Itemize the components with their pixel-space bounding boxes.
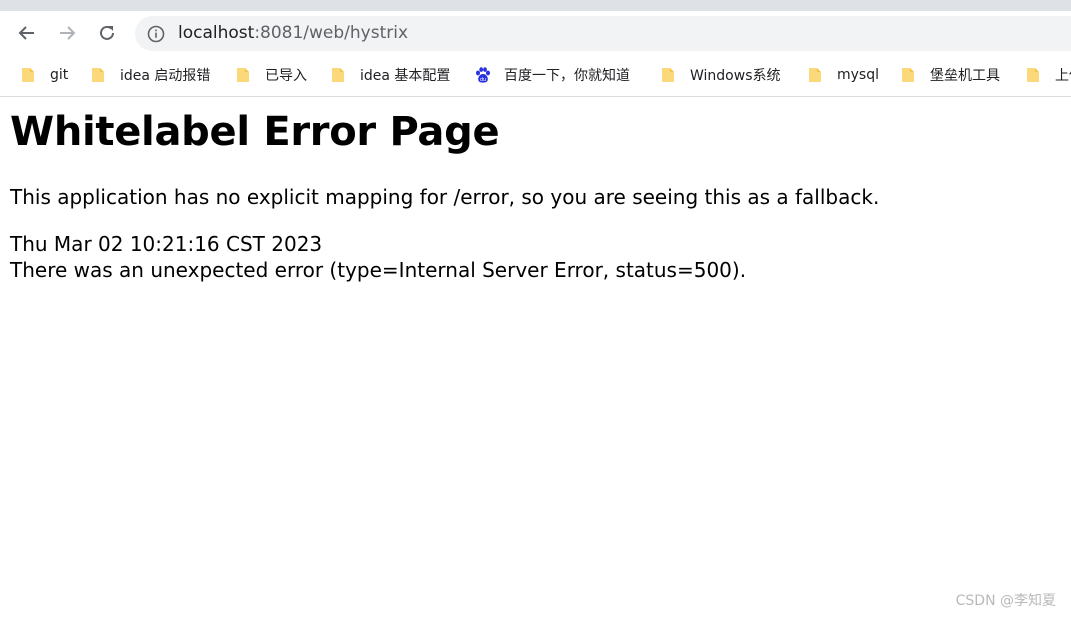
bookmark-label: 上传 (1055, 68, 1071, 84)
bookmark-label: mysql (837, 67, 879, 83)
back-button[interactable] (15, 21, 39, 45)
arrow-right-icon (60, 26, 76, 40)
bookmark-label: 百度一下，你就知道 (504, 68, 630, 84)
arrow-left-icon (18, 26, 34, 40)
folder-icon (332, 68, 344, 82)
bookmark-upload[interactable]: 上传 (1025, 56, 1071, 94)
url-text[interactable]: localhost:8081/web/hystrix (178, 16, 408, 51)
bookmark-label: 堡垒机工具 (930, 68, 1000, 84)
folder-icon (22, 68, 34, 82)
folder-icon (809, 68, 821, 82)
url-host: localhost (178, 23, 255, 43)
error-timestamp: Thu Mar 02 10:21:16 CST 2023 (10, 232, 323, 256)
bookmark-mysql[interactable]: mysql (807, 56, 879, 94)
info-circle-icon[interactable] (147, 25, 165, 43)
forward-button[interactable] (55, 21, 79, 45)
bookmark-label: idea 启动报错 (120, 68, 211, 84)
error-message: This application has no explicit mapping… (10, 185, 880, 209)
bookmark-label: git (50, 67, 69, 83)
bookmarks-bar: git idea 启动报错 已导入 idea 基本配置 du 百度一下，你就知道… (0, 56, 1071, 97)
address-bar[interactable]: localhost:8081/web/hystrix (135, 16, 1071, 51)
baidu-paw-icon: du (476, 67, 490, 83)
error-detail: There was an unexpected error (type=Inte… (10, 258, 747, 282)
reload-button[interactable] (95, 21, 119, 45)
watermark: CSDN @李知夏 (955, 593, 1056, 609)
bookmark-idea-startup-error[interactable]: idea 启动报错 (90, 56, 210, 94)
folder-icon (662, 68, 674, 82)
folder-icon (1027, 68, 1039, 82)
folder-icon (902, 68, 914, 82)
reload-icon (100, 25, 114, 40)
bookmark-git[interactable]: git (20, 56, 68, 94)
bookmark-imported[interactable]: 已导入 (235, 56, 307, 94)
page-title: Whitelabel Error Page (10, 109, 500, 155)
folder-icon (92, 68, 104, 82)
folder-icon (237, 68, 249, 82)
bookmark-baidu[interactable]: du 百度一下，你就知道 (474, 56, 630, 94)
bookmark-windows-system[interactable]: Windows系统 (660, 56, 781, 94)
bookmark-label: Windows系统 (690, 68, 781, 84)
bookmark-idea-basic-config[interactable]: idea 基本配置 (330, 56, 450, 94)
svg-text:du: du (480, 77, 486, 83)
tab-strip (0, 0, 1071, 11)
bookmark-label: idea 基本配置 (360, 68, 451, 84)
url-path: :8081/web/hystrix (254, 23, 409, 43)
bookmark-bastion-tools[interactable]: 堡垒机工具 (900, 56, 1000, 94)
browser-toolbar: localhost:8081/web/hystrix (0, 11, 1071, 56)
bookmark-label: 已导入 (265, 68, 307, 84)
